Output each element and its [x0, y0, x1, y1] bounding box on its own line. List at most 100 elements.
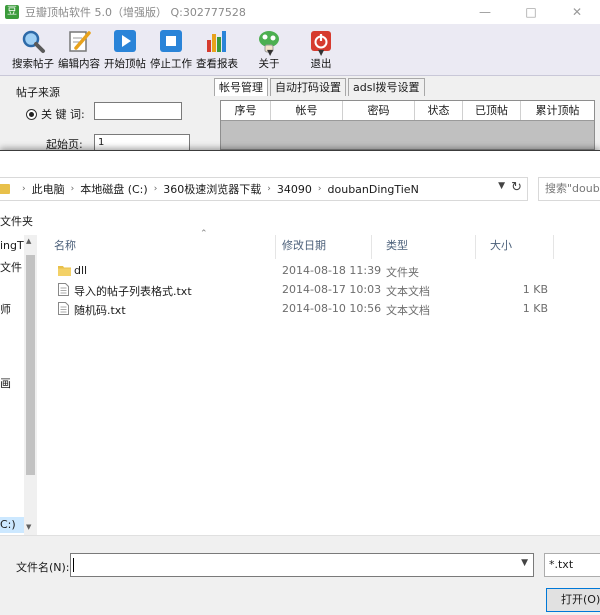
file-date: 2014-08-18 11:39: [282, 264, 382, 277]
file-name: 导入的帖子列表格式.txt: [74, 285, 192, 298]
report-dropdown-icon[interactable]: ▼: [267, 48, 273, 57]
scroll-down-icon[interactable]: ▼: [26, 523, 31, 531]
report-icon: [207, 31, 226, 52]
file-row[interactable]: 随机码.txt 2014-08-10 10:56 文本文档 1 KB: [40, 300, 560, 319]
about-dropdown-icon[interactable]: ▼: [318, 48, 324, 57]
toolbar-label: 搜索帖子: [12, 58, 54, 70]
breadcrumb-34090[interactable]: 34090: [277, 183, 312, 196]
edit-icon: [69, 31, 91, 52]
tab-adsl-settings[interactable]: adsl拨号设置: [348, 78, 425, 96]
address-bar[interactable]: › 此电脑 › 本地磁盘 (C:) › 360极速浏览器下载 › 34090 ›…: [0, 177, 528, 201]
refresh-icon[interactable]: ↻: [511, 180, 522, 195]
magnifier-icon: [22, 30, 45, 53]
close-button[interactable]: ✕: [554, 0, 600, 24]
chevron-right-icon[interactable]: ›: [267, 184, 271, 194]
search-input[interactable]: 搜索"douba: [538, 177, 600, 201]
file-list-header: ⌃ 名称 修改日期 类型 大小: [40, 229, 600, 259]
scrollbar-thumb[interactable]: [26, 255, 35, 475]
toolbar-label: 关于: [258, 58, 280, 70]
stop-work-button[interactable]: 停止工作: [150, 24, 192, 76]
text-caret: [73, 558, 74, 572]
folder-icon: [58, 266, 71, 276]
column-size[interactable]: 大小: [476, 235, 554, 259]
file-date: 2014-08-10 10:56: [282, 302, 382, 315]
settings-tabs: 帐号管理 自动打码设置 adsl拨号设置: [214, 78, 427, 96]
grid-column-header[interactable]: 累计顶帖: [521, 101, 594, 120]
chevron-down-icon[interactable]: ▼: [521, 558, 528, 568]
text-file-icon: [58, 283, 69, 296]
open-file-dialog: › 此电脑 › 本地磁盘 (C:) › 360极速浏览器下载 › 34090 ›…: [0, 150, 600, 615]
nav-scrollbar[interactable]: ▲ ▼: [24, 235, 37, 535]
app-title: 豆瓣顶帖软件 5.0（增强版） Q:302777528: [25, 6, 246, 19]
nav-item-selected[interactable]: C:): [0, 517, 24, 533]
post-source-group: 帖子来源 关 键 词: 起始页: 1: [8, 84, 208, 154]
grid-column-header[interactable]: 密码: [343, 101, 415, 120]
grid-column-header[interactable]: 序号: [221, 101, 271, 120]
chevron-right-icon: ›: [22, 184, 26, 194]
nav-item[interactable]: 画: [0, 375, 11, 391]
grid-header: 序号 帐号 密码 状态 已顶帖 累计顶帖: [221, 101, 594, 121]
grid-column-header[interactable]: 帐号: [271, 101, 343, 120]
folder-small-icon: [0, 184, 10, 194]
edit-content-button[interactable]: 编辑内容: [58, 24, 100, 76]
tab-account-management[interactable]: 帐号管理: [214, 78, 268, 96]
file-size: 1 KB: [522, 283, 548, 296]
radio-selected-icon: [26, 108, 37, 120]
breadcrumb-this-pc[interactable]: 此电脑: [32, 181, 65, 197]
chevron-right-icon[interactable]: ›: [318, 184, 322, 194]
nav-item[interactable]: 师: [0, 301, 11, 317]
main-toolbar: 搜索帖子 编辑内容 开始顶帖 停止工作 查看报表 ▼ 关于 ▼ 退出: [0, 24, 600, 76]
file-name: 随机码.txt: [74, 304, 126, 317]
toolbar-label: 退出: [310, 58, 332, 70]
file-type: 文本文档: [386, 304, 430, 317]
tab-captcha-settings[interactable]: 自动打码设置: [270, 78, 346, 96]
chevron-down-icon[interactable]: ▼: [498, 181, 505, 191]
grid-column-header[interactable]: 已顶帖: [463, 101, 521, 120]
open-button[interactable]: 打开(O): [546, 588, 600, 612]
column-date[interactable]: 修改日期: [268, 235, 372, 259]
radio-label: 关 键 词:: [41, 108, 85, 121]
group-title: 帖子来源: [16, 86, 60, 99]
file-type: 文本文档: [386, 285, 430, 298]
text-file-icon: [58, 302, 69, 315]
dialog-footer: 文件名(N): ▼ *.txt 打开(O): [0, 535, 600, 615]
keyword-radio[interactable]: 关 键 词:: [26, 106, 85, 122]
search-posts-button[interactable]: 搜索帖子: [12, 24, 54, 76]
filename-label: 文件名(N):: [16, 561, 70, 574]
file-date: 2014-08-17 10:03: [282, 283, 382, 296]
view-report-button[interactable]: 查看报表: [196, 24, 238, 76]
chevron-right-icon[interactable]: ›: [154, 184, 158, 194]
breadcrumb-current-folder[interactable]: doubanDingTieN: [328, 183, 419, 196]
file-size: 1 KB: [522, 302, 548, 315]
breadcrumb-local-disk[interactable]: 本地磁盘 (C:): [80, 181, 147, 197]
file-row[interactable]: dll 2014-08-18 11:39 文件夹: [40, 262, 560, 281]
maximize-button[interactable]: □: [508, 0, 554, 24]
file-type: 文件夹: [386, 266, 419, 279]
column-type[interactable]: 类型: [372, 235, 476, 259]
minimize-button[interactable]: —: [462, 0, 508, 24]
file-row[interactable]: 导入的帖子列表格式.txt 2014-08-17 10:03 文本文档 1 KB: [40, 281, 560, 300]
stop-icon: [160, 30, 182, 52]
scroll-up-icon[interactable]: ▲: [26, 237, 31, 245]
keyword-input[interactable]: [94, 102, 182, 120]
breadcrumb-browser-downloads[interactable]: 360极速浏览器下载: [163, 181, 261, 197]
address-row: › 此电脑 › 本地磁盘 (C:) › 360极速浏览器下载 › 34090 ›…: [0, 177, 600, 201]
toolbar-label: 编辑内容: [58, 58, 100, 70]
play-icon: [114, 30, 136, 52]
toolbar-label: 开始顶帖: [104, 58, 146, 70]
grid-column-header[interactable]: 状态: [415, 101, 463, 120]
app-logo-icon: 豆: [5, 5, 19, 19]
app-titlebar: 豆 豆瓣顶帖软件 5.0（增强版） Q:302777528 — □ ✕: [0, 0, 600, 24]
filename-input[interactable]: ▼: [70, 553, 534, 577]
account-grid: 序号 帐号 密码 状态 已顶帖 累计顶帖: [220, 100, 595, 150]
toolbar-label: 查看报表: [196, 58, 238, 70]
start-bumping-button[interactable]: 开始顶帖: [104, 24, 146, 76]
app-window: 豆 豆瓣顶帖软件 5.0（增强版） Q:302777528 — □ ✕ 搜索帖子…: [0, 0, 600, 152]
column-name[interactable]: 名称: [40, 235, 276, 259]
file-name: dll: [74, 264, 88, 277]
new-folder-button[interactable]: 文件夹: [0, 213, 33, 229]
file-type-filter[interactable]: *.txt: [544, 553, 600, 577]
chevron-right-icon[interactable]: ›: [71, 184, 75, 194]
nav-item[interactable]: 文件: [0, 259, 22, 275]
toolbar-label: 停止工作: [150, 58, 192, 70]
